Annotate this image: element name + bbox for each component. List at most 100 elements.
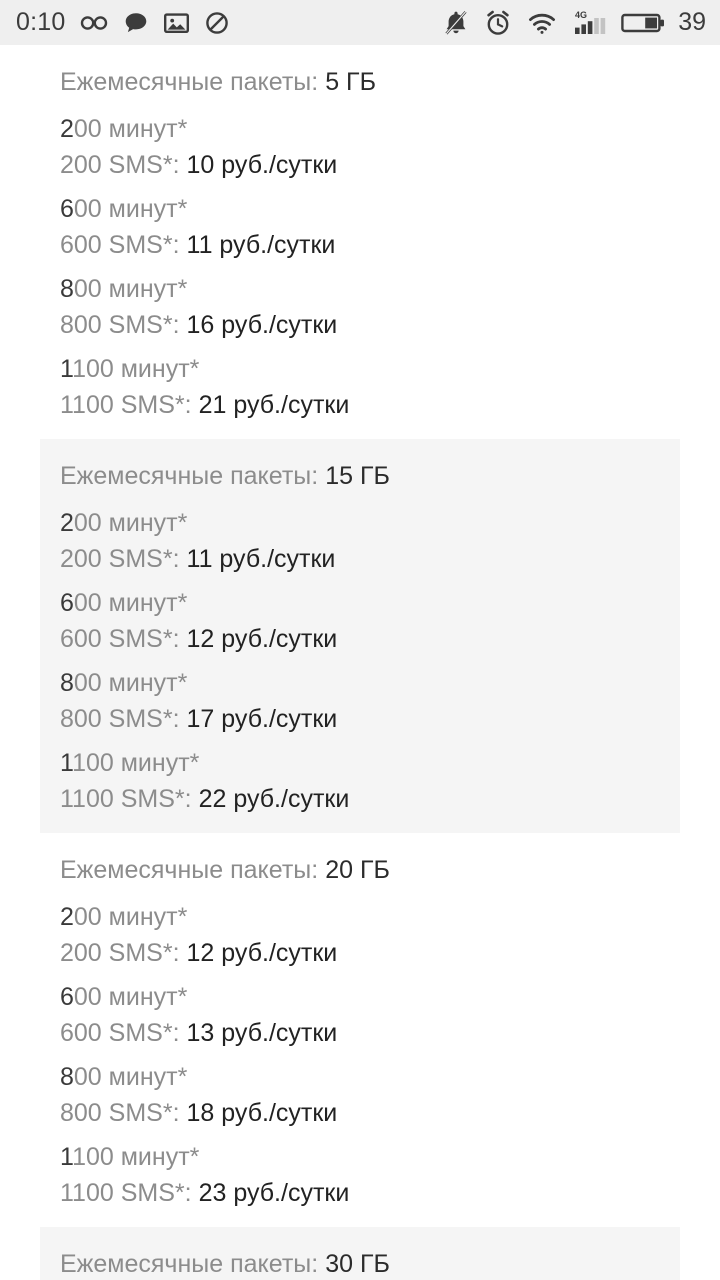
status-bar[interactable]: 0:10 4G 39 (0, 0, 720, 45)
package-price: 11 руб./сутки (186, 231, 336, 259)
package-minutes-count: 600 (60, 195, 102, 223)
package-sms-unit: SMS*: (120, 785, 192, 813)
package-sms-unit: SMS*: (120, 1179, 192, 1207)
package-minutes-unit: минут* (120, 355, 200, 383)
package-minutes-unit: минут* (120, 749, 200, 777)
package-price: 12 руб./сутки (186, 939, 338, 967)
monthly-packages-label: Ежемесячные пакеты: (60, 856, 319, 884)
tariff-list: Ежемесячные пакеты: 5 ГБ 200 минут* 200 SMS… (0, 45, 720, 1280)
package-minutes-count: 600 (60, 589, 102, 617)
package-price: 10 руб./сутки (186, 151, 338, 179)
status-bar-left-group: 0:10 (16, 10, 230, 36)
package-sms-count: 200 (60, 545, 102, 573)
package-price: 21 руб./сутки (198, 391, 350, 419)
package-sms-unit: SMS*: (108, 231, 180, 259)
package-row: 200 минут* 200 SMS*: 11 руб./сутки (0, 497, 720, 577)
package-sms-unit: SMS*: (108, 545, 180, 573)
package-price: 17 руб./сутки (186, 705, 338, 733)
package-minutes-count: 1100 (60, 749, 114, 777)
infinity-icon (79, 10, 109, 36)
package-sms-price-line: 600 SMS*: 13 руб./сутки (60, 1015, 720, 1051)
package-sms-count: 800 (60, 1099, 102, 1127)
package-minutes-unit: минут* (108, 983, 188, 1011)
data-volume-value: 20 ГБ (325, 856, 390, 884)
tariff-block-header: Ежемесячные пакеты: 30 ГБ (0, 1241, 720, 1280)
package-sms-count: 600 (60, 1019, 102, 1047)
package-row: 1100 минут* 1100 SMS*: 23 руб./сутки (0, 1131, 720, 1211)
package-sms-price-line: 800 SMS*: 18 руб./сутки (60, 1095, 720, 1131)
package-sms-unit: SMS*: (108, 939, 180, 967)
tariff-block: Ежемесячные пакеты: 5 ГБ 200 минут* 200 SMS… (0, 45, 720, 439)
package-row: 800 минут* 800 SMS*: 18 руб./сутки (0, 1051, 720, 1131)
package-row: 200 минут* 200 SMS*: 12 руб./сутки (0, 891, 720, 971)
battery-percentage: 39 (678, 8, 706, 36)
package-minutes-line: 800 минут* (60, 665, 720, 701)
do-not-disturb-icon (204, 10, 230, 36)
package-sms-unit: SMS*: (108, 1099, 180, 1127)
package-sms-unit: SMS*: (108, 311, 180, 339)
package-row: 800 минут* 800 SMS*: 16 руб./сутки (0, 263, 720, 343)
package-price: 13 руб./сутки (186, 1019, 338, 1047)
image-icon (163, 10, 190, 36)
tariff-block-header: Ежемесячные пакеты: 5 ГБ (0, 59, 720, 103)
package-sms-count: 800 (60, 311, 102, 339)
svg-text:4G: 4G (575, 10, 587, 20)
package-sms-count: 1100 (60, 785, 114, 813)
package-price: 18 руб./сутки (186, 1099, 338, 1127)
package-minutes-unit: минут* (108, 589, 188, 617)
alarm-clock-icon (484, 9, 512, 37)
package-sms-price-line: 800 SMS*: 16 руб./сутки (60, 307, 720, 343)
package-row: 1100 минут* 1100 SMS*: 22 руб./сутки (0, 737, 720, 817)
package-minutes-unit: минут* (108, 195, 188, 223)
package-minutes-count: 800 (60, 669, 102, 697)
status-clock: 0:10 (16, 8, 66, 36)
chat-bubble-icon (123, 10, 149, 36)
package-row: 1100 минут* 1100 SMS*: 21 руб./сутки (0, 343, 720, 423)
package-sms-unit: SMS*: (108, 625, 180, 653)
package-minutes-line: 600 минут* (60, 191, 720, 227)
package-sms-count: 800 (60, 705, 102, 733)
package-minutes-count: 800 (60, 1063, 102, 1091)
package-sms-unit: SMS*: (108, 705, 180, 733)
package-minutes-count: 200 (60, 903, 102, 931)
package-minutes-line: 200 минут* (60, 505, 720, 541)
package-minutes-line: 600 минут* (60, 585, 720, 621)
package-sms-unit: SMS*: (108, 151, 180, 179)
package-sms-price-line: 1100 SMS*: 23 руб./сутки (60, 1175, 720, 1211)
package-minutes-line: 1100 минут* (60, 351, 720, 387)
package-minutes-unit: минут* (108, 669, 188, 697)
tariff-block: Ежемесячные пакеты: 20 ГБ 200 минут* 200 SM… (0, 833, 720, 1227)
package-price: 11 руб./сутки (186, 545, 336, 573)
package-sms-price-line: 1100 SMS*: 21 руб./сутки (60, 387, 720, 423)
package-minutes-count: 1100 (60, 355, 114, 383)
bell-muted-icon (443, 9, 469, 37)
monthly-packages-label: Ежемесячные пакеты: (60, 1250, 319, 1278)
package-sms-price-line: 600 SMS*: 11 руб./сутки (60, 227, 720, 263)
package-sms-count: 1100 (60, 391, 114, 419)
battery-icon (621, 11, 665, 35)
package-minutes-count: 600 (60, 983, 102, 1011)
package-minutes-unit: минут* (108, 903, 188, 931)
package-minutes-line: 200 минут* (60, 899, 720, 935)
package-row: 200 минут* 200 SMS*: 10 руб./сутки (0, 103, 720, 183)
package-minutes-line: 1100 минут* (60, 745, 720, 781)
status-bar-right-group: 4G 39 (443, 9, 706, 37)
package-minutes-line: 800 минут* (60, 1059, 720, 1095)
package-sms-unit: SMS*: (120, 391, 192, 419)
package-price: 16 руб./сутки (186, 311, 338, 339)
package-minutes-unit: минут* (108, 115, 188, 143)
package-minutes-count: 200 (60, 509, 102, 537)
package-row: 600 минут* 600 SMS*: 13 руб./сутки (0, 971, 720, 1051)
package-row: 800 минут* 800 SMS*: 17 руб./сутки (0, 657, 720, 737)
package-sms-price-line: 800 SMS*: 17 руб./сутки (60, 701, 720, 737)
package-minutes-unit: минут* (120, 1143, 200, 1171)
tariff-block-header: Ежемесячные пакеты: 15 ГБ (0, 453, 720, 497)
package-minutes-unit: минут* (108, 509, 188, 537)
wifi-icon (527, 10, 557, 36)
package-sms-price-line: 200 SMS*: 12 руб./сутки (60, 935, 720, 971)
package-price: 22 руб./сутки (198, 785, 350, 813)
package-sms-count: 600 (60, 231, 102, 259)
package-sms-count: 200 (60, 151, 102, 179)
package-sms-count: 1100 (60, 1179, 114, 1207)
data-volume-value: 5 ГБ (325, 68, 376, 96)
